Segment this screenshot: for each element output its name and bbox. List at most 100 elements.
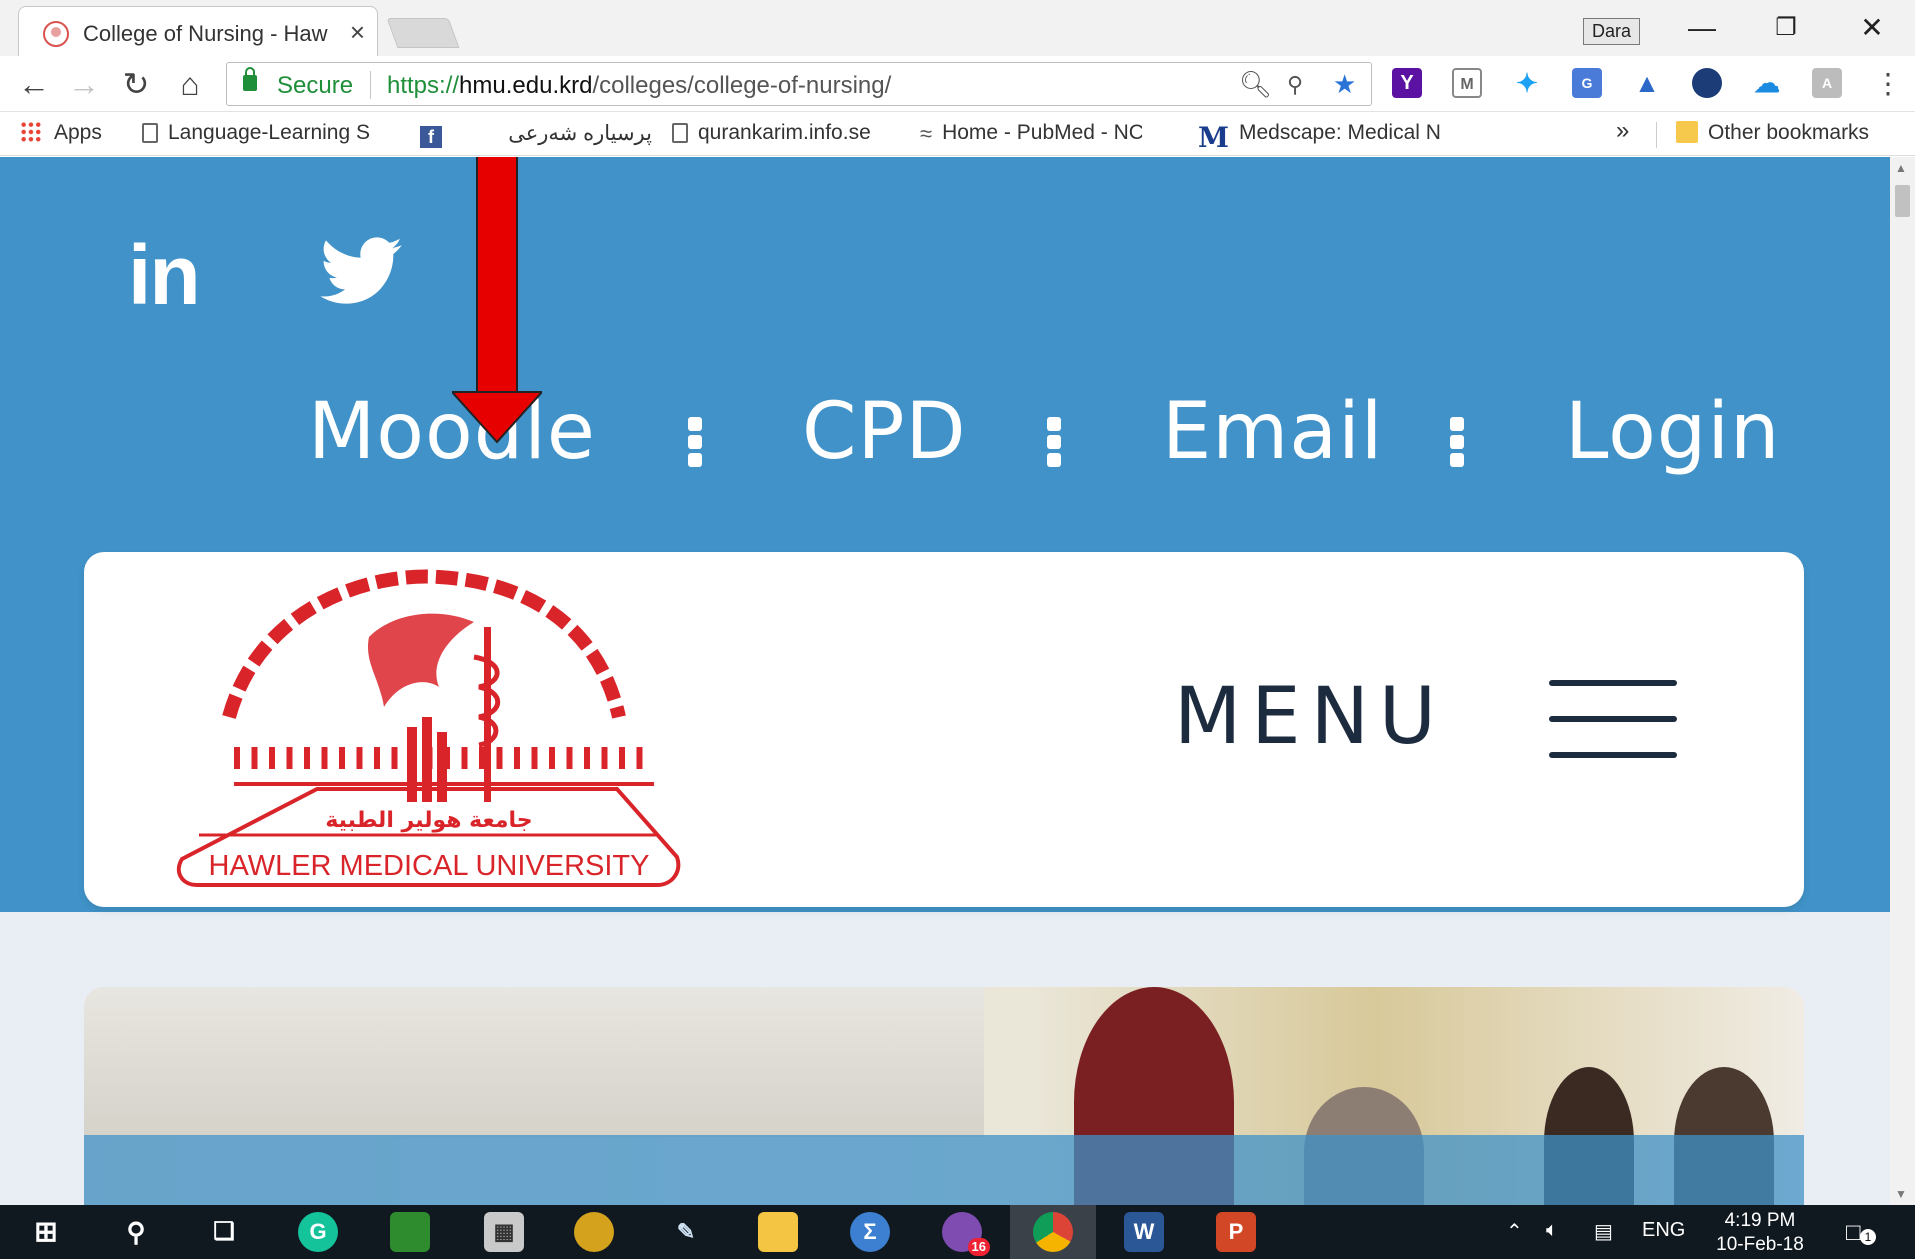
bookmark-medscape[interactable]: M Medscape: Medical N xyxy=(1198,121,1449,154)
scholar-extension-icon[interactable]: ▲ xyxy=(1632,68,1662,98)
bookmarks-bar: Apps Language-Learning S f پرسیارە شەرعی … xyxy=(0,112,1915,156)
bookmark-pubmed[interactable]: ≈ Home - PubMed - NC xyxy=(920,121,1142,147)
hero-photo xyxy=(84,987,1804,1205)
viber-icon[interactable]: 16 xyxy=(942,1212,990,1256)
logo-tick xyxy=(514,747,520,769)
chrome-icon xyxy=(1033,1212,1073,1252)
facebook-icon: f xyxy=(420,126,442,148)
logo-english-text: HAWLER MEDICAL UNIVERSITY xyxy=(209,850,650,882)
clock[interactable]: 4:19 PM 10-Feb-18 xyxy=(1700,1209,1820,1257)
app-gold-icon[interactable] xyxy=(574,1212,614,1252)
pdf-extension-icon[interactable]: A xyxy=(1812,68,1842,98)
logo-tick xyxy=(566,747,573,769)
scrollbar-thumb[interactable] xyxy=(1895,185,1910,217)
logo-tick xyxy=(479,747,485,769)
scroll-up-arrow-icon[interactable]: ▲ xyxy=(1895,161,1907,175)
hero-wall xyxy=(84,987,984,1137)
chrome-taskbar-button[interactable] xyxy=(1010,1205,1096,1259)
logo-tick xyxy=(304,747,310,769)
volume-icon[interactable]: 🔈︎ xyxy=(1546,1219,1558,1242)
address-bar[interactable]: Secure https://hmu.edu.krd/colleges/coll… xyxy=(226,62,1372,106)
divider xyxy=(1656,122,1657,148)
hero-overlay xyxy=(84,1135,1804,1205)
logo-arabic-text: جامعة هولير الطبية xyxy=(325,808,532,833)
powerpoint-icon[interactable]: P xyxy=(1216,1212,1256,1252)
logo-tick xyxy=(391,747,398,769)
site-header-card: جامعة هولير الطبية HAWLER MEDICAL UNIVER… xyxy=(84,552,1804,907)
scroll-down-arrow-icon[interactable]: ▼ xyxy=(1895,1187,1907,1201)
windows-start-icon[interactable]: ⊞ xyxy=(26,1212,66,1252)
minimize-button[interactable]: — xyxy=(1672,10,1732,46)
menu-label[interactable]: MENU xyxy=(1174,672,1446,762)
gmail-extension-icon[interactable]: M xyxy=(1452,68,1482,98)
profile-button[interactable]: Dara xyxy=(1583,18,1641,45)
tab-close-icon[interactable]: × xyxy=(350,17,365,48)
bookmark-qurankarim[interactable]: qurankarim.info.se xyxy=(672,121,871,145)
logo-tick xyxy=(461,747,468,769)
lock-icon xyxy=(243,67,257,91)
linkedin-icon[interactable]: in xyxy=(128,227,201,324)
zoom-icon[interactable]: 🔍︎ xyxy=(1239,69,1272,100)
bookmark-facebook[interactable]: f پرسیارە شەرعی xyxy=(420,121,652,148)
nav-link-login[interactable]: Login xyxy=(1565,387,1780,477)
logo-tick xyxy=(269,747,275,769)
tray-overflow-icon[interactable]: ⌃ xyxy=(1506,1219,1523,1244)
logo-tick xyxy=(549,747,555,769)
logo-tick xyxy=(584,747,590,769)
logo-tick xyxy=(356,747,363,769)
twitter-icon[interactable] xyxy=(320,237,402,305)
nav-link-email[interactable]: Email xyxy=(1162,387,1383,477)
restore-button[interactable]: ❐ xyxy=(1756,10,1816,46)
key-icon[interactable]: ⚲ xyxy=(1287,72,1303,98)
calculator-icon[interactable]: ▦ xyxy=(484,1212,524,1252)
separator-dots-icon xyxy=(688,417,702,471)
bookmark-star-icon[interactable]: ★ xyxy=(1333,69,1356,100)
reload-icon[interactable]: ↻ xyxy=(114,62,158,106)
word-icon[interactable]: W xyxy=(1124,1212,1164,1252)
task-view-icon[interactable]: ❑ xyxy=(204,1212,244,1252)
back-arrow-icon[interactable]: ← xyxy=(12,62,56,106)
bookmark-language-learning[interactable]: Language-Learning S xyxy=(142,121,378,145)
cloud-extension-icon[interactable]: ☁ xyxy=(1752,68,1782,98)
forward-arrow-icon[interactable]: → xyxy=(62,62,106,106)
browser-toolbar: ← → ↻ ⌂ Secure https://hmu.edu.krd/colle… xyxy=(0,56,1915,112)
app-tools-icon[interactable]: ✎ xyxy=(666,1212,706,1252)
chrome-menu-icon[interactable]: ⋮ xyxy=(1868,62,1908,106)
nav-link-cpd[interactable]: CPD xyxy=(802,387,967,477)
search-icon[interactable]: ⚲ xyxy=(116,1212,156,1252)
university-logo[interactable]: جامعة هولير الطبية HAWLER MEDICAL UNIVER… xyxy=(139,567,719,892)
medscape-icon: M xyxy=(1198,121,1229,154)
url-text[interactable]: https://hmu.edu.krd/colleges/college-of-… xyxy=(387,72,891,100)
twitter-extension-icon[interactable]: ✦ xyxy=(1512,68,1542,98)
divider xyxy=(370,71,371,99)
logo-tick xyxy=(619,747,625,769)
bookmarks-overflow-button[interactable]: » xyxy=(1616,117,1629,145)
red-down-arrow-icon xyxy=(452,157,542,444)
action-center-icon[interactable]: □ 1 xyxy=(1846,1219,1876,1247)
logo-tick xyxy=(409,747,415,769)
logo-tick xyxy=(444,747,450,769)
globe-extension-icon[interactable] xyxy=(1692,68,1722,98)
hamburger-menu-icon[interactable] xyxy=(1549,680,1677,760)
page-scrollbar[interactable]: ▲ ▼ xyxy=(1890,157,1915,1205)
grammarly-icon[interactable]: G xyxy=(298,1212,338,1252)
language-indicator[interactable]: ENG xyxy=(1642,1219,1685,1242)
home-icon[interactable]: ⌂ xyxy=(168,62,212,106)
apps-grid-icon xyxy=(20,121,42,143)
logo-tick xyxy=(426,747,433,769)
translate-extension-icon[interactable]: G xyxy=(1572,68,1602,98)
logo-tick xyxy=(496,747,503,769)
new-tab-button[interactable] xyxy=(386,18,460,48)
notification-badge: 1 xyxy=(1860,1229,1876,1245)
network-icon[interactable]: ▤ xyxy=(1594,1219,1613,1244)
close-window-button[interactable]: ✕ xyxy=(1842,10,1902,46)
app-green-icon[interactable] xyxy=(390,1212,430,1252)
app-sigma-icon[interactable]: Σ xyxy=(850,1212,890,1252)
separator-dots-icon xyxy=(1450,417,1464,471)
file-explorer-icon[interactable] xyxy=(758,1212,798,1252)
logo-tick xyxy=(636,747,643,769)
yahoo-extension-icon[interactable]: Y xyxy=(1392,68,1422,98)
other-bookmarks[interactable]: Other bookmarks xyxy=(1676,121,1869,145)
browser-tab[interactable]: College of Nursing - Haw × xyxy=(18,6,378,56)
bookmark-apps[interactable]: Apps xyxy=(20,121,102,145)
